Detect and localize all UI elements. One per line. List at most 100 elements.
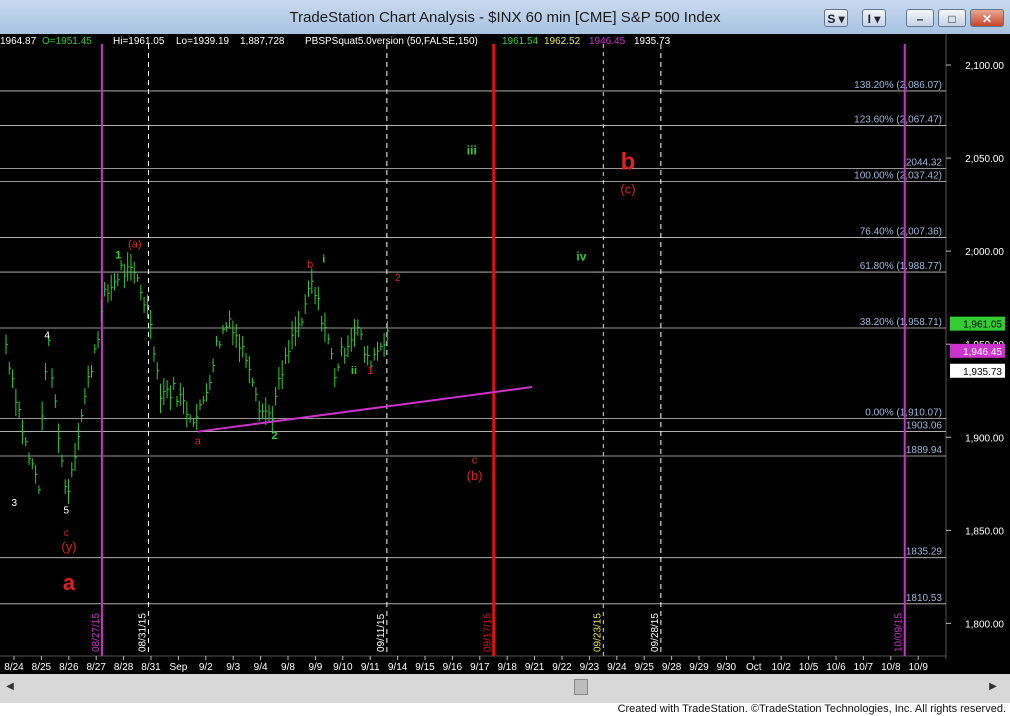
minimize-icon[interactable]: – xyxy=(906,9,934,27)
status-v3: 1946.45 xyxy=(589,36,626,47)
x-tick-label: 8/26 xyxy=(59,662,79,673)
wave-label: 1 xyxy=(115,250,121,262)
status-volume: 1,887,728 xyxy=(240,36,285,47)
x-tick-label: 9/9 xyxy=(308,662,322,673)
fib-level-label: 123.60% (2,067.47) xyxy=(854,115,942,126)
date-marker-label: 09/28/15 xyxy=(650,613,661,652)
maximize-icon[interactable]: □ xyxy=(938,9,966,27)
x-tick-label: 8/31 xyxy=(141,662,161,673)
scrollbar-thumb[interactable] xyxy=(574,679,588,695)
footer-credit: Created with TradeStation. ©TradeStation… xyxy=(617,703,1006,715)
x-tick-label: 9/17 xyxy=(470,662,490,673)
status-low: Lo=1939.19 xyxy=(176,36,230,47)
x-tick-label: 9/15 xyxy=(415,662,435,673)
date-marker-label: 09/23/15 xyxy=(592,613,603,652)
price-tags: 1,961.05 1,946.45 1,935.73 xyxy=(950,316,1005,378)
fib-level-label: 61.80% (1,988.77) xyxy=(860,261,942,272)
x-tick-label: 8/25 xyxy=(32,662,52,673)
x-tick-label: 10/7 xyxy=(854,662,874,673)
x-tick-label: 10/6 xyxy=(826,662,846,673)
wave-label: ii xyxy=(351,365,357,377)
fib-level-label: 76.40% (2,007.36) xyxy=(860,226,942,237)
scroll-area: ◀ ▶ xyxy=(0,674,1010,703)
x-tick-label: Oct xyxy=(746,662,762,673)
x-tick-label: 9/14 xyxy=(388,662,408,673)
price-chart[interactable]: 138.20% (2,086.07) 123.60% (2,067.47) 2044… xyxy=(0,34,1010,674)
scroll-left-icon[interactable]: ◀ xyxy=(3,680,17,694)
status-last: 1964.87 xyxy=(0,36,37,47)
x-tick-label: 9/22 xyxy=(552,662,572,673)
wave-label: c xyxy=(64,528,69,539)
date-marker-label: 09/17/15 xyxy=(483,613,494,652)
scroll-right-icon[interactable]: ▶ xyxy=(986,680,1000,694)
x-tick-label: 10/5 xyxy=(799,662,819,673)
x-tick-label: 8/27 xyxy=(86,662,106,673)
wave-label: b xyxy=(621,148,636,175)
wave-label: (y) xyxy=(61,539,76,554)
close-icon[interactable]: ✕ xyxy=(970,9,1004,27)
x-tick-label: 9/16 xyxy=(443,662,463,673)
y-tick-label: 1,800.00 xyxy=(965,619,1004,630)
wave-label: iv xyxy=(576,249,586,263)
x-tick-label: Sep xyxy=(170,662,188,673)
chart-background xyxy=(0,34,1010,674)
x-tick-label: 9/18 xyxy=(497,662,517,673)
y-tick-label: 2,100.00 xyxy=(965,61,1004,72)
wave-label: a xyxy=(195,436,202,448)
wave-label: c xyxy=(472,454,478,466)
y-tick-label: 1,850.00 xyxy=(965,526,1004,537)
x-tick-label: 9/28 xyxy=(662,662,682,673)
x-tick-label: 8/24 xyxy=(4,662,24,673)
x-tick-label: 9/3 xyxy=(226,662,240,673)
date-marker-label: 10/09/15 xyxy=(894,613,905,652)
wave-label: (a) xyxy=(128,238,141,250)
x-tick-label: 9/25 xyxy=(634,662,654,673)
wave-label: 5 xyxy=(63,506,69,517)
fib-level-label: 100.00% (2,037.42) xyxy=(854,171,942,182)
fib-level-label: 38.20% (1,958.71) xyxy=(860,317,942,328)
title-bar[interactable]: TradeStation Chart Analysis - $INX 60 mi… xyxy=(0,0,1010,34)
price-tag-label: 1,961.05 xyxy=(963,320,1002,331)
wave-label: 3 xyxy=(11,498,17,509)
price-tag-label: 1,946.45 xyxy=(963,347,1002,358)
window-title: TradeStation Chart Analysis - $INX 60 mi… xyxy=(289,9,721,26)
x-tick-label: 10/9 xyxy=(908,662,928,673)
wave-label: 2 xyxy=(395,273,401,284)
x-tick-label: 9/21 xyxy=(525,662,545,673)
x-tick-label: 9/2 xyxy=(199,662,213,673)
date-marker-label: 08/27/15 xyxy=(91,613,102,652)
status-v4: 1935.73 xyxy=(634,36,671,47)
wave-label: 2 xyxy=(271,430,277,442)
x-tick-label: 9/10 xyxy=(333,662,353,673)
wave-label: (b) xyxy=(467,468,483,483)
s-button[interactable]: S ▾ xyxy=(824,9,848,27)
price-tag-label: 1,935.73 xyxy=(963,367,1002,378)
status-open: O=1951.45 xyxy=(42,36,92,47)
x-tick-label: 9/11 xyxy=(361,662,380,673)
wave-label: (c) xyxy=(620,181,635,196)
date-marker-label: 09/11/15 xyxy=(376,613,387,652)
status-high: Hi=1961.05 xyxy=(113,36,165,47)
wave-label: 1 xyxy=(367,365,373,377)
fib-level-label: 2044.32 xyxy=(906,158,943,169)
x-tick-label: 8/28 xyxy=(114,662,134,673)
y-tick-label: 1,900.00 xyxy=(965,433,1004,444)
i-button[interactable]: I ▾ xyxy=(862,9,886,27)
x-tick-label: 10/2 xyxy=(771,662,791,673)
y-tick-label: 2,000.00 xyxy=(965,247,1004,258)
status-v1: 1961.54 xyxy=(502,36,539,47)
wave-label: i xyxy=(322,253,325,265)
status-v2: 1962.52 xyxy=(544,36,581,47)
x-tick-label: 9/4 xyxy=(254,662,268,673)
date-marker-label: 08/31/15 xyxy=(137,613,148,652)
wave-label: a xyxy=(63,570,76,595)
x-tick-label: 9/8 xyxy=(281,662,295,673)
fib-level-label: 0.00% (1,910.07) xyxy=(865,408,942,419)
fib-level-label: 1903.06 xyxy=(906,421,943,432)
x-tick-label: 9/30 xyxy=(717,662,737,673)
wave-label: b xyxy=(307,259,313,271)
x-tick-label: 10/8 xyxy=(881,662,901,673)
fib-level-label: 1889.94 xyxy=(906,445,943,456)
x-tick-label: 9/24 xyxy=(607,662,627,673)
x-tick-label: 9/29 xyxy=(689,662,709,673)
